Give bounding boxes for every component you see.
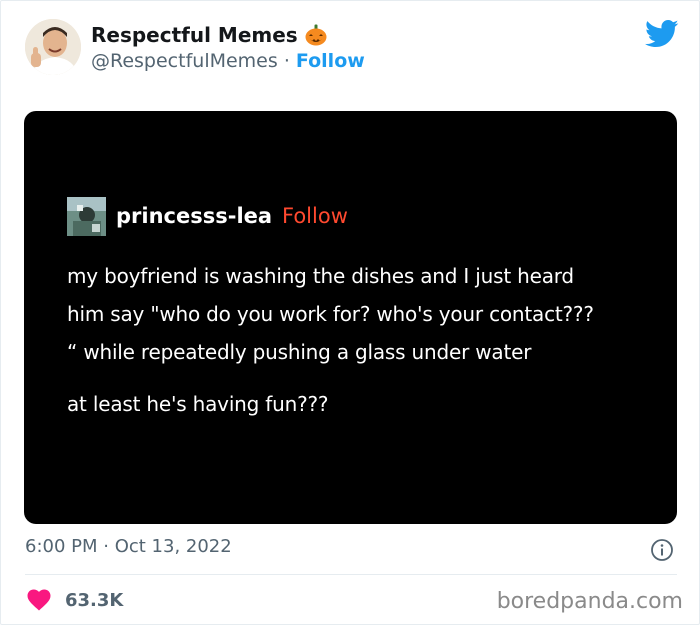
display-name-text: Respectful Memes	[91, 23, 298, 47]
post-line: my boyfriend is washing the dishes and I…	[67, 264, 574, 288]
tumblr-username: princesss-lea	[116, 204, 273, 228]
embedded-screenshot[interactable]: princesss-lea Follow my boyfriend is was…	[24, 111, 677, 524]
post-line: at least he's having fun???	[67, 392, 329, 416]
avatar[interactable]	[25, 19, 81, 75]
info-icon[interactable]	[650, 538, 674, 562]
like-button[interactable]: 63.3K	[27, 589, 123, 611]
watermark: boredpanda.com	[496, 589, 683, 614]
display-name[interactable]: Respectful Memes	[91, 23, 328, 47]
twitter-bird-icon[interactable]	[645, 19, 679, 49]
tumblr-avatar	[67, 197, 106, 236]
tumblr-follow-button: Follow	[282, 204, 348, 228]
user-handle[interactable]: @RespectfulMemes	[91, 50, 278, 72]
pumpkin-emoji	[304, 23, 328, 47]
tweet-card: Respectful Memes @RespectfulMemes · Foll…	[0, 0, 700, 625]
post-text: my boyfriend is washing the dishes and I…	[67, 257, 667, 423]
heart-icon	[27, 589, 51, 611]
separator-dot: ·	[277, 50, 296, 72]
follow-button[interactable]: Follow	[296, 50, 365, 72]
handle-row: @RespectfulMemes · Follow	[91, 50, 365, 72]
like-count: 63.3K	[65, 589, 124, 611]
post-line: him say "who do you work for? who's your…	[67, 302, 594, 326]
timestamp[interactable]: 6:00 PM · Oct 13, 2022	[25, 536, 232, 557]
divider	[25, 574, 677, 575]
post-line: “ while repeatedly pushing a glass under…	[67, 340, 532, 364]
